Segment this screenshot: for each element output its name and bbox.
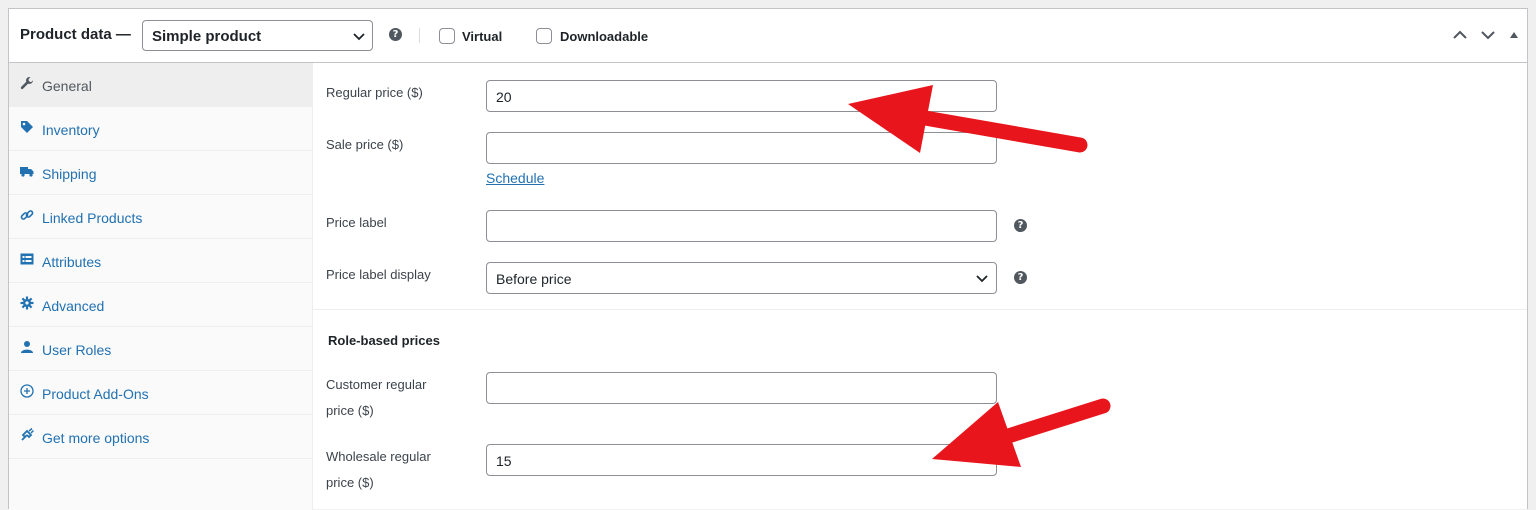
annotation-arrow-top — [848, 85, 1088, 153]
annotation-arrow-bottom — [932, 398, 1111, 467]
annotation-arrows — [848, 85, 1111, 467]
